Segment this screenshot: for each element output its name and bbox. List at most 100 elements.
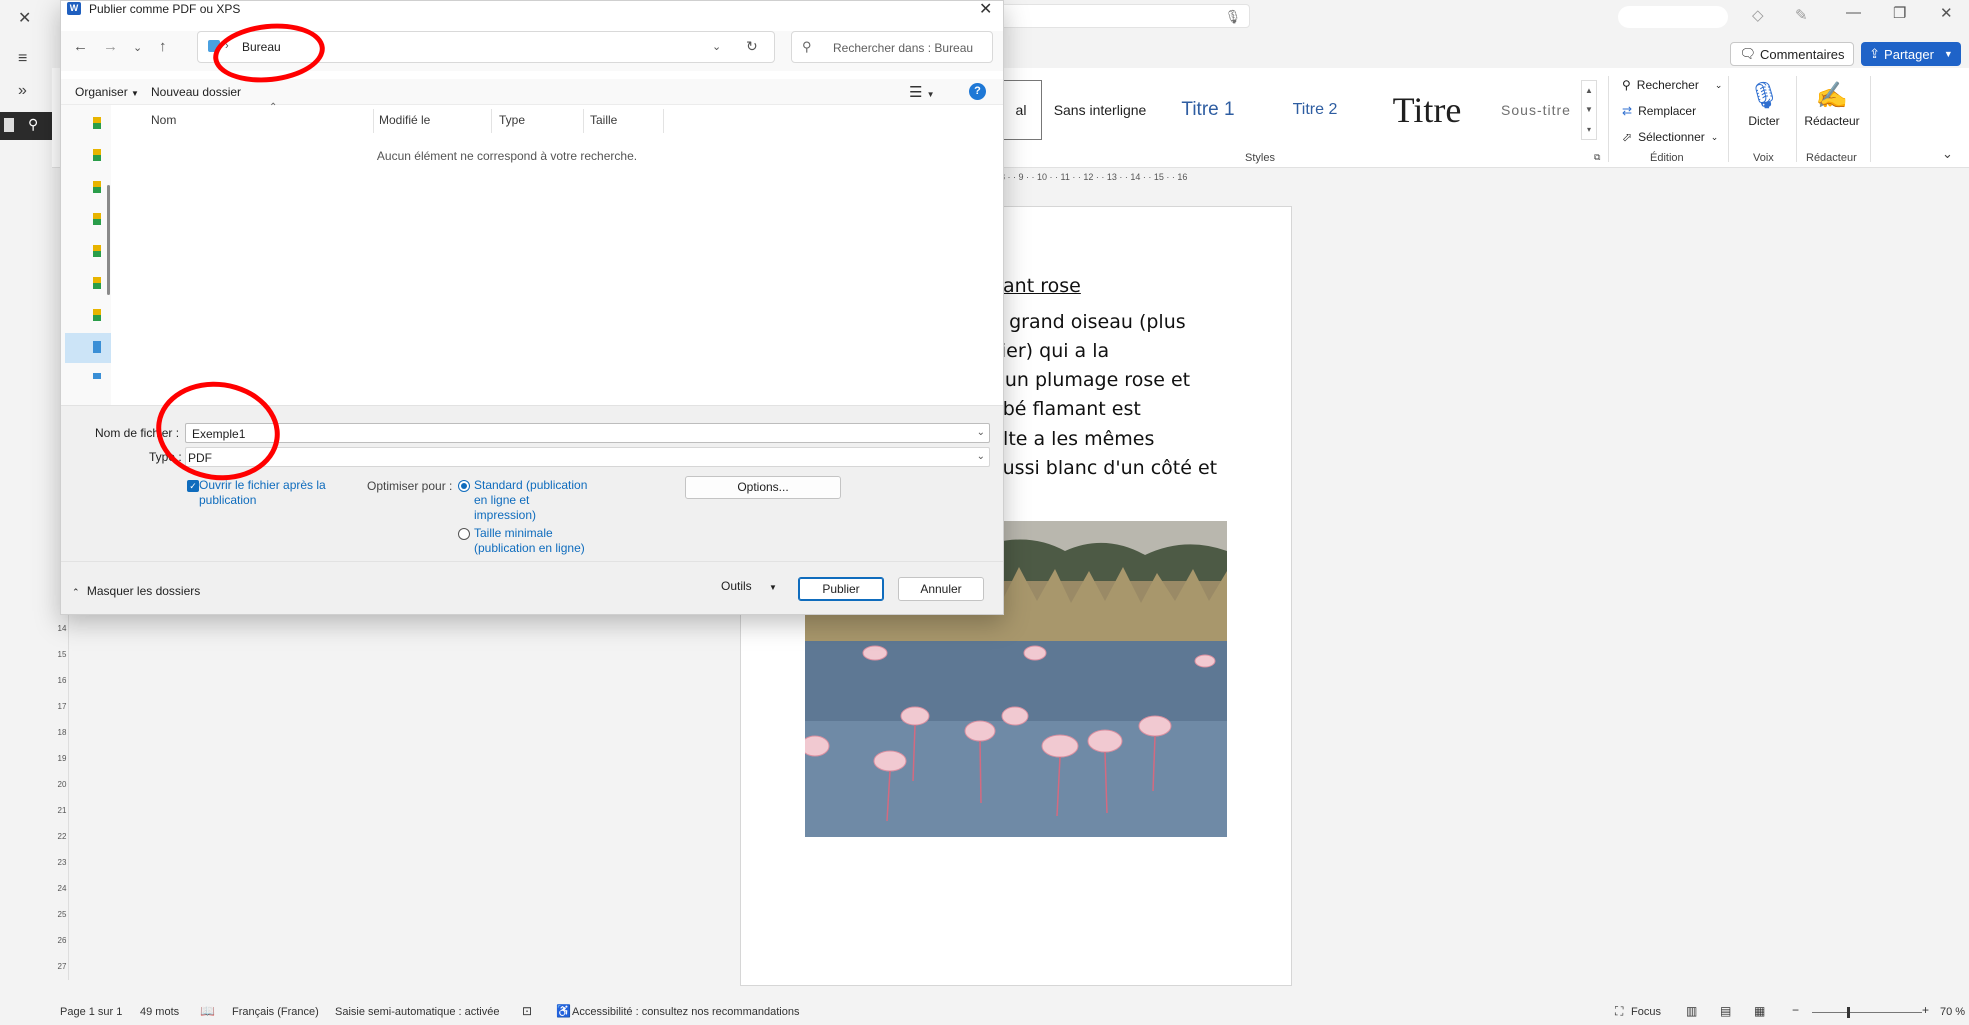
standard-option-label[interactable]: Standard (publication en ligne et impres… xyxy=(474,478,587,523)
cloud-drive-icon[interactable] xyxy=(93,245,101,257)
document-line[interactable]: r un plumage rose et xyxy=(991,369,1190,391)
focus-icon[interactable]: ⛶ xyxy=(1615,1004,1623,1019)
collapse-ribbon-icon[interactable]: ⌄ xyxy=(1942,146,1953,162)
window-close-icon[interactable]: ✕ xyxy=(1940,4,1953,22)
style-subtitle[interactable]: Sous-titre xyxy=(1484,80,1588,140)
styles-launcher-icon[interactable]: ⧉ xyxy=(1594,152,1600,163)
proofing-icon[interactable]: 📖 xyxy=(200,1004,215,1018)
filename-input[interactable]: Exemple1 ⌄ xyxy=(185,423,990,443)
word-count[interactable]: 49 mots xyxy=(140,1006,179,1018)
refresh-icon[interactable]: ↻ xyxy=(746,38,758,55)
zoom-out-icon[interactable]: − xyxy=(1792,1003,1799,1017)
folder-tree-selected[interactable] xyxy=(65,333,111,363)
view-options-icon[interactable]: ☰ ▼ xyxy=(909,83,935,101)
address-folder[interactable]: Bureau xyxy=(242,40,281,54)
language-status[interactable]: Français (France) xyxy=(232,1006,319,1018)
chevron-right-icon[interactable]: › xyxy=(225,40,229,52)
focus-mode[interactable]: Focus xyxy=(1631,1006,1661,1018)
up-arrow-icon[interactable]: ↑ xyxy=(159,38,167,55)
address-bar[interactable]: › Bureau ⌄ ↻ xyxy=(197,31,775,63)
web-layout-icon[interactable]: ▦ xyxy=(1754,1004,1765,1018)
replace-button[interactable]: ⇄ Remplacer xyxy=(1622,104,1696,118)
hide-folders-toggle[interactable]: ⌃ Masquer les dossiers xyxy=(72,584,200,598)
chevron-down-icon[interactable]: ⌄ xyxy=(977,451,985,462)
column-name[interactable]: Nom xyxy=(151,113,176,127)
dictate-button[interactable]: 🎙 Dicter xyxy=(1734,76,1794,128)
user-account-pill[interactable] xyxy=(1618,6,1728,28)
zoom-slider[interactable] xyxy=(1812,1012,1922,1013)
double-chevron-right-icon[interactable]: » xyxy=(18,82,27,100)
minimal-size-radio[interactable] xyxy=(458,528,470,540)
chevron-down-icon[interactable]: ▼ xyxy=(1585,105,1593,114)
comments-button[interactable]: 🗨 Commentaires xyxy=(1730,42,1854,66)
autocomplete-status[interactable]: Saisie semi-automatique : activée xyxy=(335,1006,499,1018)
folder-tree-scrollbar[interactable] xyxy=(107,185,110,295)
style-no-spacing[interactable]: Sans interligne xyxy=(1044,80,1156,140)
column-separator[interactable] xyxy=(663,109,664,133)
standard-radio[interactable] xyxy=(458,480,470,492)
chevron-up-icon[interactable]: ▲ xyxy=(1585,86,1593,95)
column-separator[interactable] xyxy=(491,109,492,133)
accessibility-status[interactable]: Accessibilité : consultez nos recommanda… xyxy=(572,1006,799,1018)
desktop-folder-icon[interactable] xyxy=(93,341,101,353)
document-line[interactable]: ébé flamant est xyxy=(991,398,1141,420)
document-line[interactable]: aussi blanc d'un côté et xyxy=(991,457,1217,479)
new-folder-button[interactable]: Nouveau dossier xyxy=(151,85,241,99)
cloud-drive-icon[interactable] xyxy=(93,117,101,129)
style-heading1[interactable]: Titre 1 xyxy=(1158,80,1258,140)
print-layout-icon[interactable]: ▤ xyxy=(1720,1004,1731,1018)
back-arrow-icon[interactable]: ← xyxy=(73,38,88,55)
file-type-select[interactable]: PDF ⌄ xyxy=(185,447,990,467)
document-line[interactable]: n grand oiseau (plus xyxy=(991,311,1186,333)
organize-button[interactable]: Organiser ▼ xyxy=(75,85,139,99)
column-size[interactable]: Taille xyxy=(590,113,617,127)
close-icon[interactable]: ✕ xyxy=(979,0,992,19)
cloud-drive-icon[interactable] xyxy=(93,181,101,193)
document-line[interactable]: sier) qui a la xyxy=(991,340,1109,362)
document-heading[interactable]: nant rose xyxy=(991,275,1081,297)
options-button[interactable]: Options... xyxy=(685,476,841,499)
search-icon[interactable]: ⚲ xyxy=(28,116,38,133)
document-line[interactable]: ulte a les mêmes xyxy=(991,428,1154,450)
cloud-drive-icon[interactable] xyxy=(93,149,101,161)
open-after-publish-label[interactable]: Ouvrir le fichier après la publication xyxy=(199,478,326,508)
help-icon[interactable]: ? xyxy=(969,83,986,100)
column-type[interactable]: Type xyxy=(499,113,525,127)
style-heading2[interactable]: Titre 2 xyxy=(1260,80,1370,140)
forward-arrow-icon[interactable]: → xyxy=(103,38,118,55)
pen-icon[interactable]: ✎ xyxy=(1795,6,1808,24)
editor-button[interactable]: ✍ Rédacteur xyxy=(1800,76,1864,128)
accessibility-icon[interactable]: ♿ xyxy=(556,1004,571,1018)
style-title[interactable]: Titre xyxy=(1372,80,1482,140)
zoom-level[interactable]: 70 % xyxy=(1940,1006,1965,1018)
expand-gallery-icon[interactable]: ▾ xyxy=(1587,125,1591,134)
dialog-search-input[interactable]: ⚲ Rechercher dans : Bureau xyxy=(791,31,993,63)
macro-icon[interactable]: ⊡ xyxy=(522,1004,532,1018)
chevron-down-icon[interactable]: ⌄ xyxy=(712,40,721,53)
styles-gallery-scroll[interactable]: ▲ ▼ ▾ xyxy=(1581,80,1597,140)
diamond-icon[interactable]: ◇ xyxy=(1752,6,1764,24)
microphone-icon[interactable]: 🎙 xyxy=(1224,9,1241,25)
zoom-in-icon[interactable]: + xyxy=(1922,1003,1929,1017)
select-button[interactable]: ⬀ Sélectionner ⌄ xyxy=(1622,130,1718,144)
chevron-down-icon[interactable]: ⌄ xyxy=(977,427,985,438)
cloud-drive-icon[interactable] xyxy=(93,213,101,225)
recent-locations-icon[interactable]: ⌄ xyxy=(133,41,142,54)
read-mode-icon[interactable]: ▥ xyxy=(1686,1004,1697,1018)
downloads-folder-icon[interactable] xyxy=(93,373,101,379)
find-button[interactable]: ⚲ Rechercher ⌄ xyxy=(1622,78,1722,92)
navigation-search-box[interactable]: ⚲ xyxy=(0,112,52,140)
column-modified[interactable]: Modifié le xyxy=(379,113,430,127)
minimal-option-label[interactable]: Taille minimale (publication en ligne) xyxy=(474,526,585,556)
column-separator[interactable] xyxy=(373,109,374,133)
word-search-box[interactable]: 🎙 xyxy=(1000,4,1250,28)
cloud-drive-icon[interactable] xyxy=(93,309,101,321)
style-normal[interactable]: al xyxy=(1000,80,1042,140)
column-separator[interactable] xyxy=(583,109,584,133)
chevron-down-icon[interactable]: ▼ xyxy=(1944,49,1953,59)
publish-button[interactable]: Publier xyxy=(798,577,884,601)
cloud-drive-icon[interactable] xyxy=(93,277,101,289)
tools-button[interactable]: Outils ▼ xyxy=(721,579,777,593)
zoom-slider-thumb[interactable] xyxy=(1847,1007,1850,1018)
restore-icon[interactable]: ❐ xyxy=(1893,4,1906,22)
